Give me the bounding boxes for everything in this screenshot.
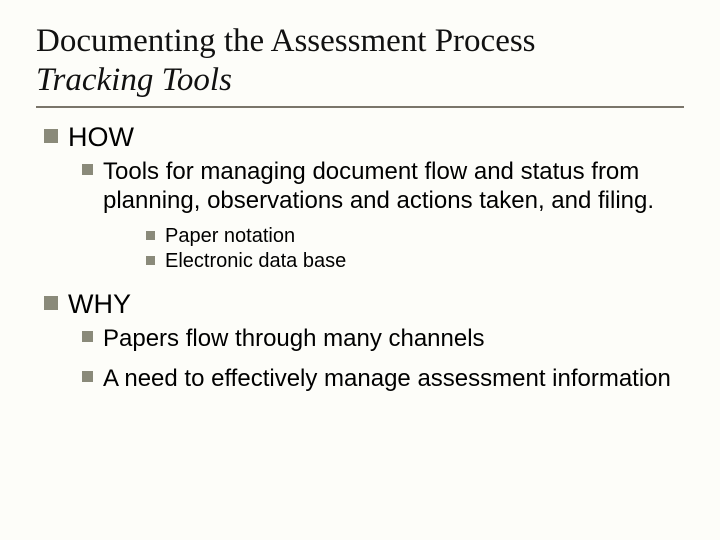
why-item-2: A need to effectively manage assessment … <box>82 364 672 393</box>
section-why-label: WHY <box>68 289 131 320</box>
how-subitem-2-text: Electronic data base <box>165 250 346 273</box>
how-item-1: Tools for managing document flow and sta… <box>82 157 672 216</box>
square-bullet-icon <box>82 371 93 382</box>
how-subitem-1: Paper notation <box>146 225 684 248</box>
section-how: HOW <box>44 122 684 153</box>
why-item-1-text: Papers flow through many channels <box>103 324 485 353</box>
title-rule <box>36 106 684 108</box>
section-how-label: HOW <box>68 122 134 153</box>
why-item-2-text: A need to effectively manage assessment … <box>103 364 671 393</box>
slide: Documenting the Assessment Process Track… <box>0 0 720 540</box>
why-item-1: Papers flow through many channels <box>82 324 672 353</box>
how-subitem-1-text: Paper notation <box>165 225 295 248</box>
spacer <box>36 275 684 289</box>
slide-title: Documenting the Assessment Process Track… <box>36 22 684 100</box>
square-bullet-icon <box>44 129 58 143</box>
square-bullet-icon <box>82 164 93 175</box>
title-line2: Tracking Tools <box>36 62 232 98</box>
how-item-1-text: Tools for managing document flow and sta… <box>103 157 672 216</box>
square-bullet-icon <box>82 331 93 342</box>
square-bullet-icon <box>146 256 155 265</box>
how-subitem-2: Electronic data base <box>146 250 684 273</box>
square-bullet-icon <box>146 231 155 240</box>
section-why: WHY <box>44 289 684 320</box>
title-line1: Documenting the Assessment Process <box>36 23 536 59</box>
square-bullet-icon <box>44 296 58 310</box>
